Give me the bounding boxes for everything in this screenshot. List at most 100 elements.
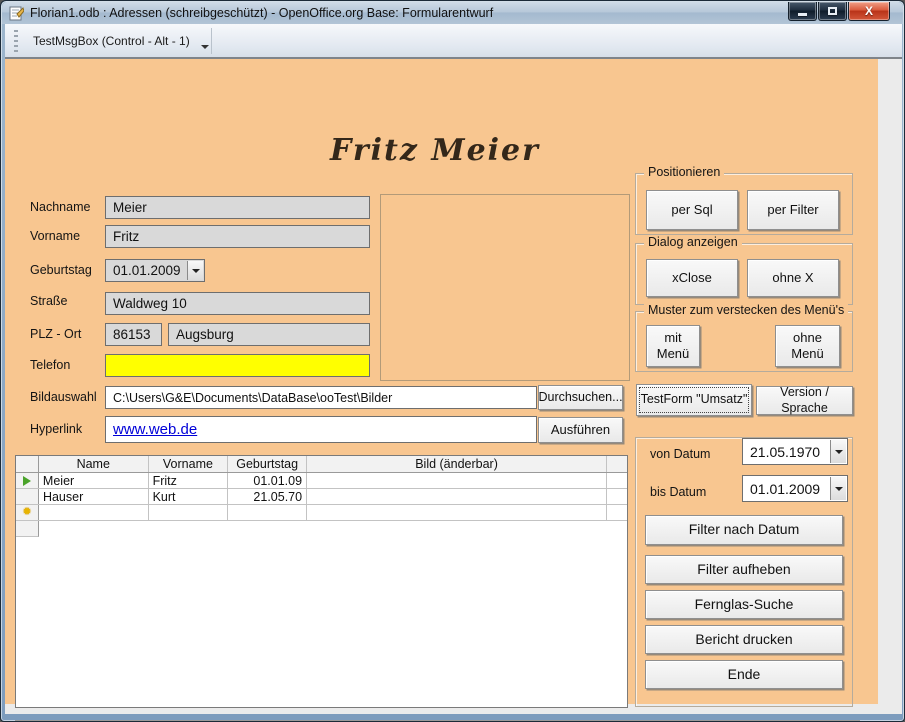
ende-label: Ende xyxy=(728,666,761,684)
dialog-anzeigen-title: Dialog anzeigen xyxy=(644,235,742,249)
table-row[interactable]: Hauser Kurt 21.05.70 xyxy=(16,489,627,505)
table-row[interactable]: Meier Fritz 01.01.09 xyxy=(16,473,627,489)
column-header-geburtstag[interactable]: Geburtstag xyxy=(228,456,307,472)
per-filter-label: per Filter xyxy=(767,202,818,218)
app-window: Florian1.odb : Adressen (schreibgeschütz… xyxy=(0,0,905,722)
column-header-name[interactable]: Name xyxy=(39,456,149,472)
row-selector[interactable] xyxy=(16,521,39,537)
close-icon: X xyxy=(865,4,873,18)
testmsgbox-label: TestMsgBox (Control - Alt - 1) xyxy=(33,34,190,48)
cell-geburtstag[interactable]: 01.01.09 xyxy=(228,473,307,488)
ohne-x-label: ohne X xyxy=(772,270,813,286)
ohne-menue-button[interactable]: ohne Menü xyxy=(775,325,840,367)
per-filter-button[interactable]: per Filter xyxy=(747,190,839,230)
geburtstag-dropdown-button[interactable] xyxy=(187,261,203,280)
toolbar-dropdown-button[interactable] xyxy=(199,28,212,54)
plz-field[interactable]: 86153 xyxy=(105,323,162,346)
plz-ort-label: PLZ - Ort xyxy=(30,327,81,341)
hyperlink-value[interactable]: www.web.de xyxy=(113,421,197,438)
ausfuehren-label: Ausführen xyxy=(551,422,610,438)
cell-vorname[interactable]: Kurt xyxy=(149,489,229,504)
ohne-x-button[interactable]: ohne X xyxy=(747,259,839,297)
testform-umsatz-button[interactable]: TestForm "Umsatz" xyxy=(636,384,752,416)
strasse-label: Straße xyxy=(30,294,68,308)
strasse-field[interactable]: Waldweg 10 xyxy=(105,292,370,315)
strasse-value: Waldweg 10 xyxy=(113,296,187,311)
bis-datum-value: 01.01.2009 xyxy=(750,481,820,497)
cell-vorname[interactable]: Fritz xyxy=(149,473,229,488)
ort-field[interactable]: Augsburg xyxy=(168,323,370,346)
row-selector-current[interactable] xyxy=(16,473,39,488)
von-datum-label: von Datum xyxy=(650,447,710,461)
minimize-button[interactable] xyxy=(788,2,817,21)
cell-geburtstag[interactable]: 21.05.70 xyxy=(228,489,307,504)
von-datum-combo[interactable]: 21.05.1970 xyxy=(742,438,848,465)
chevron-down-icon xyxy=(835,450,843,454)
von-datum-dropdown-button[interactable] xyxy=(830,440,846,463)
chevron-down-icon xyxy=(835,487,843,491)
geburtstag-label: Geburtstag xyxy=(30,263,92,277)
cell-bild[interactable] xyxy=(307,505,607,520)
telefon-field[interactable] xyxy=(105,354,370,377)
version-sprache-label: Version / Sprache xyxy=(757,385,852,416)
fernglas-suche-label: Fernglas-Suche xyxy=(695,596,794,614)
fernglas-suche-button[interactable]: Fernglas-Suche xyxy=(645,590,843,619)
bis-datum-dropdown-button[interactable] xyxy=(830,477,846,500)
window-title: Florian1.odb : Adressen (schreibgeschütz… xyxy=(30,6,493,20)
row-selector[interactable] xyxy=(16,489,39,504)
column-header-filler xyxy=(607,456,627,472)
vorname-field[interactable]: Fritz xyxy=(105,225,370,248)
maximize-icon xyxy=(828,7,837,15)
durchsuchen-button[interactable]: Durchsuchen... xyxy=(538,385,623,410)
mit-menue-button[interactable]: mit Menü xyxy=(646,325,700,367)
hyperlink-field[interactable]: www.web.de xyxy=(105,416,537,443)
bericht-drucken-button[interactable]: Bericht drucken xyxy=(645,625,843,654)
hyperlink-label: Hyperlink xyxy=(30,422,82,436)
ort-value: Augsburg xyxy=(176,327,234,342)
bildauswahl-field[interactable]: C:\Users\G&E\Documents\DataBase\ooTest\B… xyxy=(105,386,537,409)
per-sql-label: per Sql xyxy=(671,202,712,218)
xclose-button[interactable]: xClose xyxy=(646,259,738,297)
maximize-button[interactable] xyxy=(818,2,847,21)
geburtstag-combo[interactable]: 01.01.2009 xyxy=(105,259,205,282)
form-heading: Fritz Meier xyxy=(185,133,685,168)
vorname-label: Vorname xyxy=(30,229,80,243)
table-row-new[interactable]: ✹ xyxy=(16,505,627,521)
column-header-bild[interactable]: Bild (änderbar) xyxy=(307,456,607,472)
nachname-field[interactable]: Meier xyxy=(105,196,370,219)
cell-name[interactable]: Meier xyxy=(39,473,149,488)
ausfuehren-button[interactable]: Ausführen xyxy=(538,417,623,443)
column-header-vorname[interactable]: Vorname xyxy=(149,456,229,472)
toolbar-drag-handle[interactable] xyxy=(14,30,18,52)
bis-datum-combo[interactable]: 01.01.2009 xyxy=(742,475,848,502)
cell-name[interactable]: Hauser xyxy=(39,489,149,504)
client-area: Fritz Meier Nachname Vorname Geburtstag … xyxy=(5,59,902,714)
filter-nach-datum-button[interactable]: Filter nach Datum xyxy=(645,515,843,545)
version-sprache-button[interactable]: Version / Sprache xyxy=(756,386,853,415)
cell-vorname[interactable] xyxy=(149,505,229,520)
cell-bild[interactable] xyxy=(307,489,607,504)
per-sql-button[interactable]: per Sql xyxy=(646,190,738,230)
nachname-label: Nachname xyxy=(30,200,90,214)
cell-name[interactable] xyxy=(39,505,149,520)
row-selector-new[interactable]: ✹ xyxy=(16,505,39,520)
cell-geburtstag[interactable] xyxy=(228,505,307,520)
macro-toolbar: TestMsgBox (Control - Alt - 1) xyxy=(5,24,902,59)
testmsgbox-button[interactable]: TestMsgBox (Control - Alt - 1) xyxy=(26,28,197,54)
titlebar[interactable]: Florian1.odb : Adressen (schreibgeschütz… xyxy=(2,2,903,24)
cell-bild[interactable] xyxy=(307,473,607,488)
filter-nach-datum-label: Filter nach Datum xyxy=(689,521,799,539)
filter-aufheben-button[interactable]: Filter aufheben xyxy=(645,555,843,584)
durchsuchen-label: Durchsuchen... xyxy=(538,390,622,406)
table-header-row: Name Vorname Geburtstag Bild (änderbar) xyxy=(16,456,627,473)
vorname-value: Fritz xyxy=(113,229,139,244)
form-area: Fritz Meier Nachname Vorname Geburtstag … xyxy=(5,59,878,704)
positionieren-title: Positionieren xyxy=(644,165,724,179)
row-selector-header[interactable] xyxy=(16,456,39,472)
close-button[interactable]: X xyxy=(848,2,890,21)
chevron-down-icon xyxy=(192,269,200,273)
minimize-icon xyxy=(798,13,807,16)
ende-button[interactable]: Ende xyxy=(645,660,843,689)
muster-title: Muster zum verstecken des Menü's xyxy=(644,303,848,317)
app-icon xyxy=(9,6,24,21)
